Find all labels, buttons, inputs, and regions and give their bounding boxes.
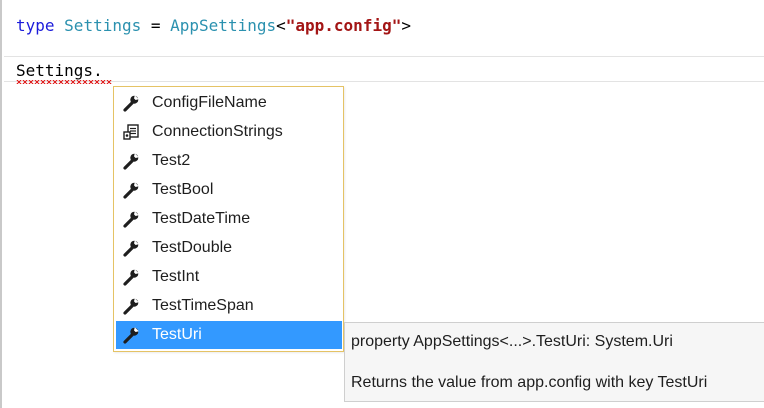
wrench-icon — [120, 179, 142, 201]
wrench-icon — [120, 92, 142, 114]
completion-item[interactable]: TestDateTime — [116, 205, 342, 233]
completion-item-label: ConnectionStrings — [152, 123, 283, 140]
wrench-icon — [120, 324, 142, 346]
member-access-text: Settings. — [16, 61, 103, 80]
generic-open: < — [276, 16, 286, 35]
intellisense-completion-list[interactable]: ConfigFileName ConnectionStrings Test2 T… — [113, 86, 344, 352]
completion-item-label: TestDouble — [152, 239, 233, 256]
completion-item-label: Test2 — [152, 152, 191, 169]
string-literal: "app.config" — [285, 16, 402, 35]
error-squiggle — [16, 80, 112, 84]
tooltip-description: Returns the value from app.config with k… — [351, 374, 708, 391]
equals-sign: = — [141, 16, 171, 35]
completion-item[interactable]: TestInt — [116, 263, 342, 291]
completion-item[interactable]: ConnectionStrings — [116, 118, 342, 146]
type-provider-name: AppSettings — [170, 16, 277, 35]
wrench-icon — [120, 266, 142, 288]
completion-item[interactable]: TestBool — [116, 176, 342, 204]
wrench-icon — [120, 150, 142, 172]
completion-item-label: ConfigFileName — [152, 94, 267, 111]
quick-info-tooltip: property AppSettings<...>.TestUri: Syste… — [344, 322, 764, 402]
completion-item-label: TestUri — [152, 326, 202, 343]
collection-icon — [120, 121, 142, 143]
completion-item[interactable]: Test2 — [116, 147, 342, 175]
wrench-icon — [120, 237, 142, 259]
code-line-member-access[interactable]: Settings. — [16, 61, 103, 80]
completion-item-selected[interactable]: TestUri — [116, 321, 342, 349]
wrench-icon — [120, 295, 142, 317]
generic-close: > — [401, 16, 411, 35]
completion-item-label: TestInt — [152, 268, 200, 285]
keyword-type: type — [16, 16, 55, 35]
completion-item-label: TestTimeSpan — [152, 297, 254, 314]
completion-item[interactable]: ConfigFileName — [116, 89, 342, 117]
completion-item-label: TestDateTime — [152, 210, 251, 227]
type-name: Settings — [64, 16, 142, 35]
code-editor[interactable]: type Settings = AppSettings<"app.config"… — [0, 0, 764, 408]
completion-item[interactable]: TestTimeSpan — [116, 292, 342, 320]
code-line-type-definition[interactable]: type Settings = AppSettings<"app.config"… — [16, 16, 411, 35]
tooltip-signature: property AppSettings<...>.TestUri: Syste… — [351, 333, 673, 350]
completion-item-label: TestBool — [152, 181, 214, 198]
completion-item[interactable]: TestDouble — [116, 234, 342, 262]
current-line-highlight — [4, 56, 764, 82]
wrench-icon — [120, 208, 142, 230]
